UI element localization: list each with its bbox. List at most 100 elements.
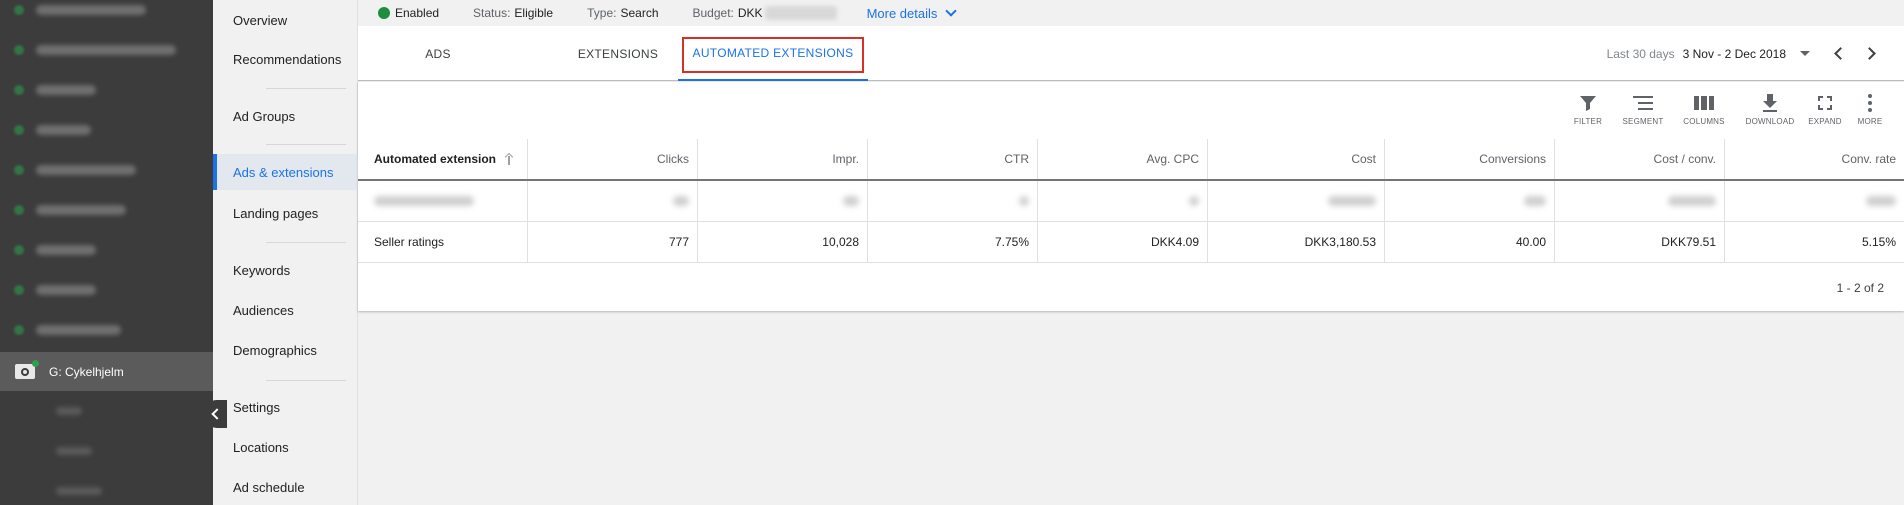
status-dot-icon <box>14 45 24 55</box>
table-card: FILTER SEGMENT COLUMNS DOWNLOAD EXPAND M… <box>358 82 1904 311</box>
highlight-box <box>682 37 864 73</box>
cell-conv-rate: 5.15% <box>1861 235 1896 249</box>
sort-ascending-icon <box>504 152 514 165</box>
status-dot-icon <box>14 285 24 295</box>
expand-icon <box>1818 92 1832 114</box>
enabled-status[interactable]: Enabled <box>378 6 439 20</box>
next-period-icon[interactable] <box>1863 47 1876 60</box>
column-header-impressions[interactable]: Impr. <box>698 139 868 179</box>
ad-group-item[interactable] <box>56 487 102 495</box>
campaign-tree-item[interactable] <box>0 230 200 270</box>
columns-button[interactable]: COLUMNS <box>1679 92 1729 132</box>
budget-amount-redacted <box>764 6 837 20</box>
status-value: Eligible <box>514 6 554 20</box>
menu-divider <box>266 242 346 243</box>
campaign-tree-item[interactable] <box>0 70 200 110</box>
campaign-tree-item[interactable] <box>0 150 200 190</box>
menu-item-recommendations[interactable]: Recommendations <box>213 41 358 77</box>
menu-item-ads-extensions[interactable]: Ads & extensions <box>213 154 358 190</box>
column-header-cost[interactable]: Cost <box>1208 139 1385 179</box>
cell-cost: DKK3,180.53 <box>1208 222 1385 262</box>
tab-bar: ADS EXTENSIONS AUTOMATED EXTENSIONS Last… <box>358 26 1904 81</box>
cell-automated-extension: Seller ratings <box>358 222 528 262</box>
status-dot-icon <box>14 85 24 95</box>
filter-button[interactable]: FILTER <box>1563 92 1613 132</box>
table-row[interactable]: Seller ratings 777 10,028 7.75% DKK4.09 … <box>358 222 1904 263</box>
dropdown-caret-icon[interactable] <box>1800 51 1810 56</box>
campaign-tree-item[interactable] <box>0 310 200 350</box>
menu-divider <box>266 88 346 89</box>
menu-item-audiences[interactable]: Audiences <box>213 292 358 328</box>
more-button[interactable]: MORE <box>1845 92 1895 132</box>
columns-icon <box>1694 92 1714 114</box>
chevron-left-icon <box>211 408 223 420</box>
menu-item-locations[interactable]: Locations <box>213 429 358 465</box>
tab-automated-extensions[interactable]: AUTOMATED EXTENSIONS <box>678 26 868 81</box>
campaign-tree-item-active[interactable]: G: Cykelhjelm <box>0 352 213 391</box>
status-dot-icon <box>14 5 24 15</box>
status-dot-icon <box>14 325 24 335</box>
download-button[interactable]: DOWNLOAD <box>1745 92 1795 132</box>
menu-item-overview[interactable]: Overview <box>213 2 358 38</box>
cell-cost-per-conv: DKK79.51 <box>1555 222 1725 262</box>
campaign-tree-item[interactable] <box>0 30 200 70</box>
chevron-down-icon <box>945 5 958 17</box>
campaign-tree: G: Cykelhjelm <box>0 0 213 505</box>
cell-impressions: 10,028 <box>698 222 868 262</box>
status-field: Status: Eligible <box>473 6 553 20</box>
more-vert-icon <box>1868 92 1872 114</box>
column-header-automated-extension[interactable]: Automated extension <box>358 139 528 179</box>
more-details-link[interactable]: More details <box>867 5 958 21</box>
status-dot-icon <box>14 125 24 135</box>
status-dot-icon <box>14 245 24 255</box>
column-header-cost-per-conv[interactable]: Cost / conv. <box>1555 139 1725 179</box>
campaign-tree-item[interactable] <box>0 110 200 150</box>
previous-period-icon[interactable] <box>1834 47 1847 60</box>
cell-avg-cpc: DKK4.09 <box>1038 222 1208 262</box>
collapse-sidebar-button[interactable] <box>203 400 227 428</box>
menu-item-landing-pages[interactable]: Landing pages <box>213 195 358 231</box>
status-label: Status: <box>473 6 511 20</box>
expand-button[interactable]: EXPAND <box>1800 92 1850 132</box>
table-row-redacted <box>358 181 1904 222</box>
cell-conversions: 40.00 <box>1385 222 1555 262</box>
menu-item-ad-schedule[interactable]: Ad schedule <box>213 469 358 505</box>
campaign-tree-item[interactable] <box>0 270 200 310</box>
cell-clicks: 777 <box>528 222 698 262</box>
campaign-name: G: Cykelhjelm <box>49 364 124 379</box>
date-range-value: 3 Nov - 2 Dec 2018 <box>1682 46 1786 61</box>
date-range-picker[interactable]: Last 30 days 3 Nov - 2 Dec 2018 <box>1607 26 1884 81</box>
search-campaign-icon <box>15 360 39 379</box>
enabled-dot-icon <box>378 7 390 19</box>
column-header-conv-rate[interactable]: Conv. rate <box>1725 139 1904 179</box>
budget-field: Budget: DKK <box>693 6 837 20</box>
cell-ctr: 7.75% <box>868 222 1038 262</box>
type-field: Type: Search <box>587 6 658 20</box>
budget-label: Budget: <box>692 6 734 20</box>
menu-item-demographics[interactable]: Demographics <box>213 332 358 368</box>
ad-group-item[interactable] <box>56 447 92 455</box>
tab-ads[interactable]: ADS <box>358 26 518 81</box>
column-header-conversions[interactable]: Conversions <box>1385 139 1555 179</box>
menu-item-settings[interactable]: Settings <box>213 389 358 425</box>
download-icon <box>1762 92 1778 114</box>
filter-icon <box>1579 92 1597 114</box>
campaign-status-bar: Enabled Status: Eligible Type: Search Bu… <box>358 0 1904 26</box>
segment-icon <box>1633 92 1653 114</box>
page-menu: Overview Recommendations Ad Groups Ads &… <box>213 0 358 505</box>
table-header-row: Automated extension Clicks Impr. CTR Avg… <box>358 139 1904 181</box>
segment-button[interactable]: SEGMENT <box>1618 92 1668 132</box>
status-dot-icon <box>14 205 24 215</box>
menu-item-ad-groups[interactable]: Ad Groups <box>213 98 358 134</box>
type-label: Type: <box>587 6 617 20</box>
column-header-clicks[interactable]: Clicks <box>528 139 698 179</box>
column-header-ctr[interactable]: CTR <box>868 139 1038 179</box>
menu-divider <box>266 380 346 381</box>
campaign-tree-item[interactable] <box>0 0 200 30</box>
menu-item-keywords[interactable]: Keywords <box>213 252 358 288</box>
ad-group-item[interactable] <box>56 407 82 415</box>
column-header-avg-cpc[interactable]: Avg. CPC <box>1038 139 1208 179</box>
menu-divider <box>266 144 346 145</box>
campaign-tree-item[interactable] <box>0 190 200 230</box>
enabled-label: Enabled <box>395 6 440 20</box>
